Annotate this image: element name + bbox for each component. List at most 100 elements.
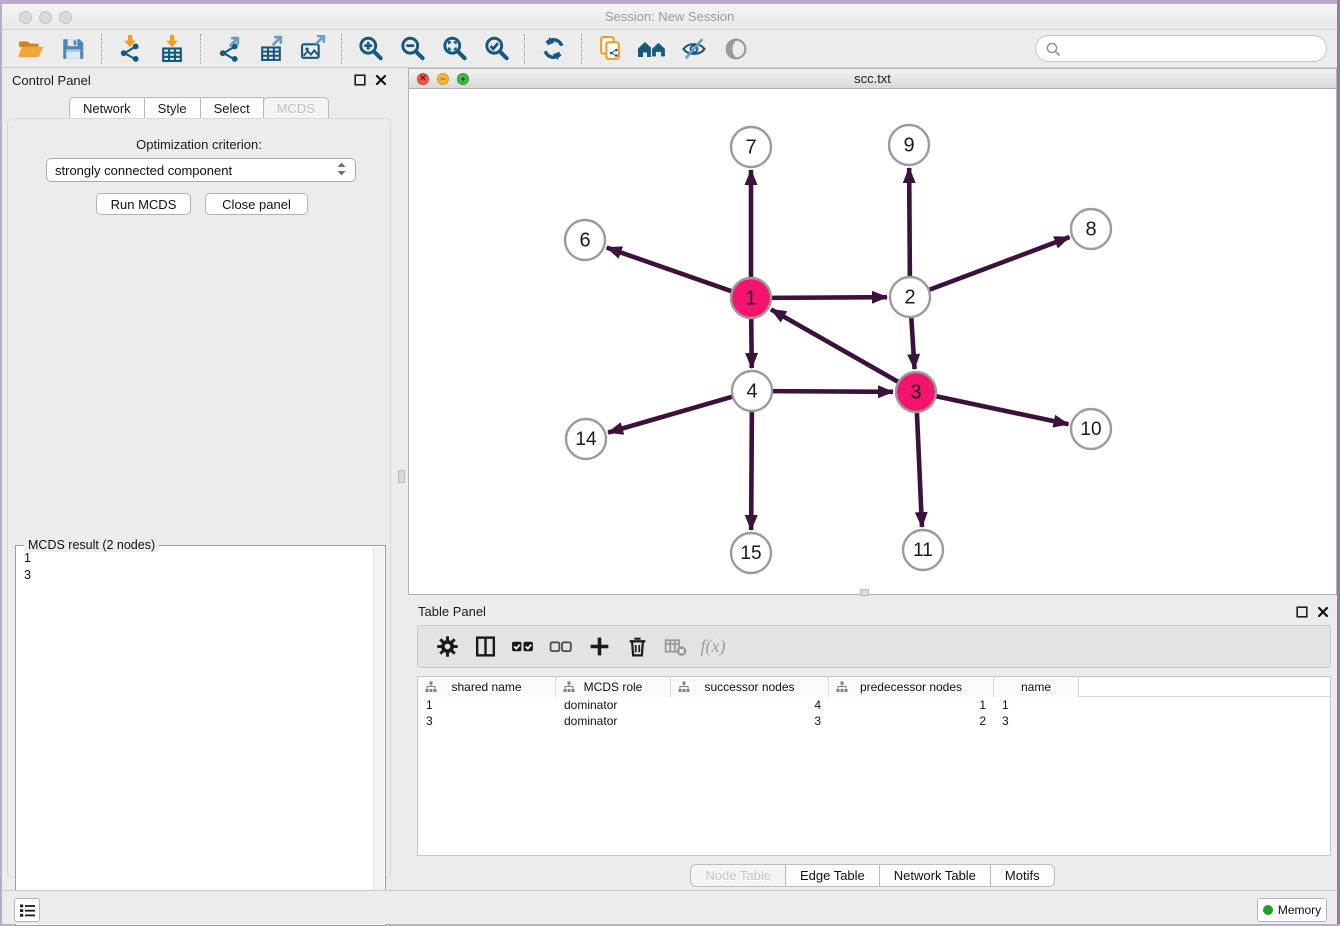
run-mcds-button[interactable]: Run MCDS	[96, 193, 191, 215]
graph-edge-2-3[interactable]	[911, 317, 914, 369]
memory-button[interactable]: Memory	[1257, 898, 1327, 922]
result-scrollbar[interactable]	[373, 547, 384, 924]
graph-edge-3-10[interactable]	[936, 396, 1069, 424]
graph-edge-3-1[interactable]	[771, 309, 899, 382]
import-network-icon[interactable]	[115, 34, 145, 64]
tab-motifs[interactable]: Motifs	[991, 864, 1055, 887]
float-table-panel-icon[interactable]	[1296, 606, 1308, 618]
tab-edge-table[interactable]: Edge Table	[786, 864, 880, 887]
table-panel-header: Table Panel	[408, 600, 1337, 624]
network-canvas[interactable]: 7968124314101511	[409, 90, 1336, 594]
float-panel-icon[interactable]	[354, 74, 366, 86]
toolbar-separator	[101, 34, 102, 64]
table-cell[interactable]: 4	[671, 697, 829, 713]
graph-edge-4-3[interactable]	[772, 391, 893, 392]
column-header-name[interactable]: name	[994, 677, 1079, 697]
graph-node-label-11: 11	[913, 540, 933, 561]
eye-slash-icon[interactable]	[679, 34, 709, 64]
table-cell[interactable]: 3	[994, 713, 1079, 729]
horizontal-splitter-handle[interactable]	[860, 589, 869, 596]
close-panel-button[interactable]: Close panel	[205, 193, 308, 215]
zoom-window-icon[interactable]	[59, 11, 72, 24]
save-icon[interactable]	[58, 34, 88, 64]
graph-edge-1-4[interactable]	[751, 318, 752, 368]
table-cell[interactable]: dominator	[556, 697, 671, 713]
zoom-out-icon[interactable]	[397, 34, 427, 64]
clear-selected-columns-icon[interactable]	[547, 633, 575, 661]
zoom-selected-icon[interactable]	[481, 34, 511, 64]
close-panel-icon[interactable]	[375, 74, 387, 86]
table-cell[interactable]: dominator	[556, 713, 671, 729]
add-column-icon[interactable]	[585, 633, 613, 661]
graph-node-label-14: 14	[575, 429, 597, 450]
mcds-result-text[interactable]: 1 3	[18, 550, 31, 584]
graph-node-label-6: 6	[579, 230, 590, 252]
table-cell[interactable]: 3	[671, 713, 829, 729]
close-window-icon[interactable]	[19, 11, 32, 24]
graph-edge-4-15[interactable]	[751, 411, 752, 530]
attribute-tree-icon	[425, 681, 437, 693]
zoom-fit-icon[interactable]	[439, 34, 469, 64]
open-folder-icon[interactable]	[16, 34, 46, 64]
table-cell[interactable]: 3	[418, 713, 556, 729]
eye-disabled-icon	[721, 34, 751, 64]
tab-select[interactable]: Select	[200, 97, 264, 119]
column-header-shared-name[interactable]: shared name	[418, 677, 556, 697]
task-list-icon	[19, 903, 36, 918]
toolbar-separator	[341, 34, 342, 64]
select-all-columns-icon[interactable]	[509, 633, 537, 661]
tab-node-table[interactable]: Node Table	[690, 864, 786, 887]
graph-node-label-8: 8	[1085, 219, 1096, 241]
close-table-panel-icon[interactable]	[1317, 606, 1329, 618]
gear-icon[interactable]	[433, 633, 461, 661]
column-header-predecessor-nodes[interactable]: predecessor nodes	[829, 677, 994, 697]
delete-column-icon[interactable]	[623, 633, 651, 661]
graph-node-label-1: 1	[745, 288, 756, 310]
tab-network[interactable]: Network	[69, 97, 145, 119]
refresh-icon[interactable]	[538, 34, 568, 64]
clone-network-icon[interactable]	[595, 34, 625, 64]
table-cell[interactable]: 2	[829, 713, 994, 729]
network-minimize-icon[interactable]: −	[437, 73, 449, 85]
status-bar: Memory	[2, 890, 1337, 924]
graph-edge-3-11[interactable]	[917, 412, 922, 527]
optimization-criterion-select[interactable]: strongly connected component	[46, 158, 356, 182]
graph-node-label-3: 3	[910, 382, 921, 404]
tab-mcds[interactable]: MCDS	[263, 97, 329, 119]
column-header-MCDS-role[interactable]: MCDS role	[556, 677, 671, 697]
graph-edge-1-6[interactable]	[607, 248, 732, 292]
network-zoom-icon[interactable]: +	[457, 73, 469, 85]
export-table-icon[interactable]	[256, 34, 286, 64]
search-input[interactable]	[1061, 41, 1311, 56]
task-history-button[interactable]	[14, 898, 40, 922]
search-box[interactable]	[1035, 35, 1327, 62]
toolbar-separator	[200, 34, 201, 64]
graph-edge-4-14[interactable]	[608, 397, 733, 433]
vertical-splitter-handle[interactable]	[398, 470, 405, 483]
memory-status-icon	[1263, 905, 1273, 915]
network-window-titlebar[interactable]: ✕ − + scc.txt	[409, 69, 1336, 89]
export-network-icon[interactable]	[214, 34, 244, 64]
network-close-icon[interactable]: ✕	[417, 73, 429, 85]
graph-edge-2-9[interactable]	[909, 168, 910, 277]
table-cell[interactable]: 1	[994, 697, 1079, 713]
split-columns-icon[interactable]	[471, 633, 499, 661]
column-header-successor-nodes[interactable]: successor nodes	[671, 677, 829, 697]
table-panel-title: Table Panel	[418, 604, 486, 619]
column-label: shared name	[451, 680, 521, 694]
table-row[interactable]: 3dominator323	[418, 713, 1330, 729]
tab-network-table[interactable]: Network Table	[880, 864, 991, 887]
table-cell[interactable]: 1	[418, 697, 556, 713]
graph-edge-2-8[interactable]	[929, 237, 1070, 290]
homes-icon[interactable]	[637, 34, 667, 64]
tab-style[interactable]: Style	[144, 97, 201, 119]
export-image-icon[interactable]	[298, 34, 328, 64]
table-cell[interactable]: 1	[829, 697, 994, 713]
zoom-in-icon[interactable]	[355, 34, 385, 64]
column-label: name	[1021, 680, 1051, 694]
node-table-header: shared name MCDS rolesuccessor nodesprede…	[418, 677, 1330, 697]
import-table-icon[interactable]	[157, 34, 187, 64]
table-row[interactable]: 1dominator411	[418, 697, 1330, 713]
minimize-window-icon[interactable]	[39, 11, 52, 24]
graph-edge-1-2[interactable]	[771, 297, 887, 298]
